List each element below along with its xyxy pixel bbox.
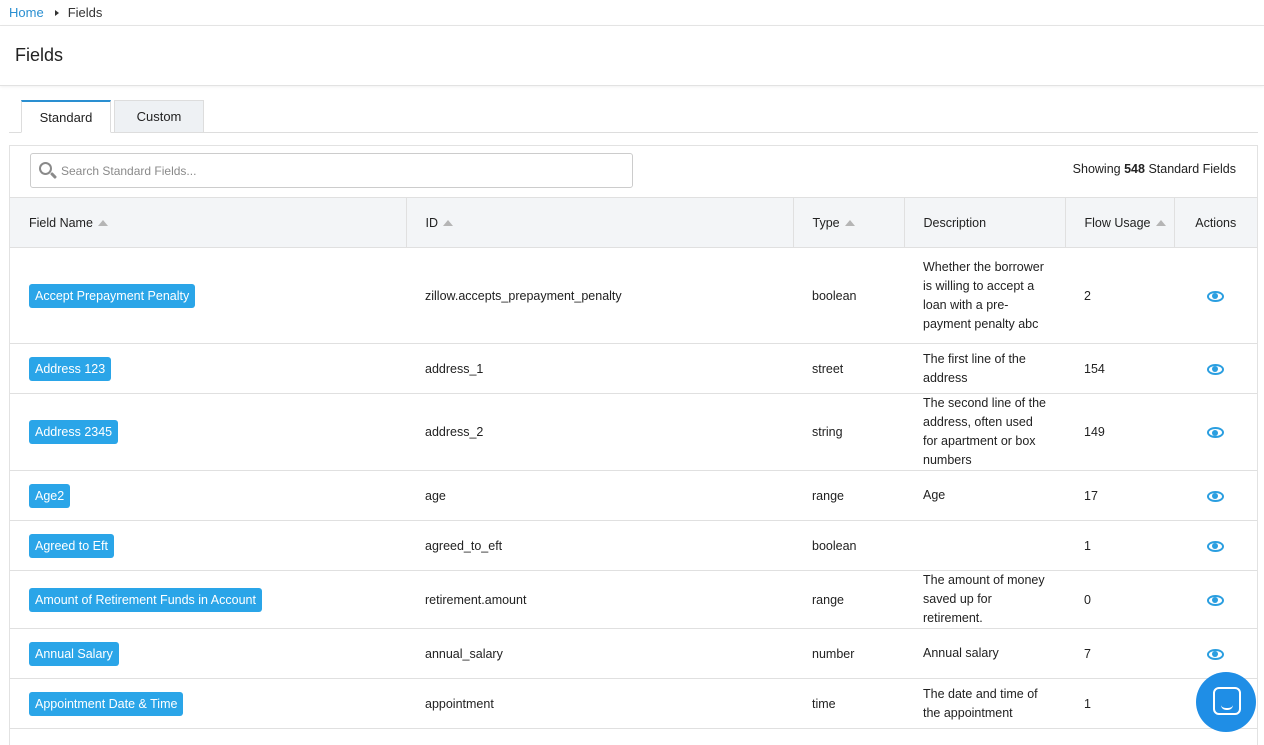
field-name-chip[interactable]: Accept Prepayment Penalty [29, 283, 196, 308]
eye-icon[interactable] [1207, 290, 1224, 302]
field-name-chip[interactable]: Age2 [29, 483, 71, 508]
field-description [904, 520, 1065, 571]
field-type: range [793, 470, 904, 521]
table-row: Agreed to Eft agreed_to_eft boolean 1 [10, 520, 1257, 571]
chat-icon [1213, 687, 1241, 715]
field-id: agreed_to_eft [406, 520, 793, 571]
table-row: Address 123 address_1 street The first l… [10, 343, 1257, 394]
table-row: Accept Prepayment Penalty zillow.accepts… [10, 247, 1257, 344]
field-id: zillow.accepts_prepayment_penalty [406, 247, 793, 344]
sort-asc-icon [844, 219, 855, 226]
field-type: boolean [793, 520, 904, 571]
field-type: boolean [793, 247, 904, 344]
results-count-number: 548 [1124, 162, 1145, 176]
field-flow-usage: 0 [1065, 570, 1174, 629]
field-id: retirement.amount [406, 570, 793, 629]
field-name-chip[interactable]: Address 2345 [29, 420, 119, 444]
table-row: Annual Salary annual_salary number Annua… [10, 628, 1257, 679]
field-flow-usage: 1 [1065, 678, 1174, 729]
field-name-chip[interactable]: Address 123 [29, 356, 112, 381]
eye-icon[interactable] [1207, 490, 1224, 502]
field-name-chip[interactable]: Annual Salary [29, 641, 119, 666]
tab-custom[interactable]: Custom [114, 100, 204, 133]
column-header-type[interactable]: Type [793, 197, 905, 248]
search-icon [37, 160, 59, 182]
fields-panel: Showing 548 Standard Fields Field Name I… [9, 145, 1258, 745]
field-id: appointment [406, 678, 793, 729]
field-flow-usage: 17 [1065, 470, 1174, 521]
field-name-chip[interactable]: Agreed to Eft [29, 533, 114, 558]
field-description: Annual salary [904, 628, 1065, 679]
field-description: The date and time of the appointment [904, 678, 1065, 729]
field-flow-usage: 2 [1065, 247, 1174, 344]
fields-table: Field Name ID Type Description Flow Usag… [10, 197, 1257, 729]
eye-icon[interactable] [1207, 648, 1224, 660]
eye-icon[interactable] [1207, 363, 1224, 375]
field-id: address_2 [406, 393, 793, 471]
table-header-row: Field Name ID Type Description Flow Usag… [10, 197, 1257, 248]
search-input[interactable] [61, 155, 632, 186]
column-header-label: Field Name [29, 215, 93, 230]
eye-icon[interactable] [1207, 540, 1224, 552]
eye-icon[interactable] [1207, 594, 1224, 606]
field-type: range [793, 570, 904, 629]
column-header-label: ID [425, 215, 439, 230]
table-row: Amount of Retirement Funds in Account re… [10, 570, 1257, 629]
tab-bar: Standard Custom [9, 100, 1258, 133]
field-description: Age [904, 470, 1065, 521]
field-id: age [406, 470, 793, 521]
breadcrumb: Home Fields [0, 0, 1264, 26]
column-header-label: Type [812, 215, 840, 230]
column-header-label: Description [923, 215, 987, 230]
page-title: Fields [15, 45, 64, 65]
chat-launcher-button[interactable] [1196, 672, 1256, 732]
results-count-suffix: Standard Fields [1148, 162, 1236, 176]
results-count: Showing 548 Standard Fields [1073, 162, 1236, 176]
column-header-field-name[interactable]: Field Name [10, 197, 407, 248]
column-header-label: Flow Usage [1084, 215, 1151, 230]
column-header-id[interactable]: ID [406, 197, 794, 248]
field-id: address_1 [406, 343, 793, 394]
table-row: Address 2345 address_2 string The second… [10, 393, 1257, 471]
field-name-chip[interactable]: Amount of Retirement Funds in Account [29, 587, 262, 612]
breadcrumb-home-link[interactable]: Home [9, 5, 44, 20]
field-flow-usage: 1 [1065, 520, 1174, 571]
breadcrumb-current: Fields [67, 5, 103, 20]
field-flow-usage: 7 [1065, 628, 1174, 679]
column-header-label: Actions [1195, 215, 1237, 230]
field-type: street [793, 343, 904, 394]
page-header: Fields [0, 26, 1264, 86]
tab-standard[interactable]: Standard [21, 100, 111, 133]
breadcrumb-separator-icon [54, 9, 59, 16]
column-header-description: Description [904, 197, 1066, 248]
field-type: string [793, 393, 904, 471]
field-description: The amount of money saved up for retirem… [904, 570, 1065, 629]
table-row: Appointment Date & Time appointment time… [10, 678, 1257, 729]
field-description: The first line of the address [904, 343, 1065, 394]
sort-asc-icon [97, 219, 108, 226]
field-flow-usage: 154 [1065, 343, 1174, 394]
sort-asc-icon [443, 219, 453, 226]
field-type: time [793, 678, 904, 729]
sort-asc-icon [1155, 219, 1166, 226]
field-type: number [793, 628, 904, 679]
field-description: The second line of the address, often us… [904, 393, 1065, 471]
field-flow-usage: 149 [1065, 393, 1174, 471]
column-header-flow-usage[interactable]: Flow Usage [1065, 197, 1175, 248]
column-header-actions: Actions [1174, 197, 1257, 248]
field-name-chip[interactable]: Appointment Date & Time [29, 691, 184, 716]
eye-icon[interactable] [1207, 427, 1224, 439]
search-box[interactable] [30, 153, 633, 188]
results-count-prefix: Showing [1072, 162, 1121, 176]
field-id: annual_salary [406, 628, 793, 679]
field-description: Whether the borrower is willing to accep… [904, 247, 1065, 344]
table-row: Age2 age range Age 17 [10, 470, 1257, 521]
